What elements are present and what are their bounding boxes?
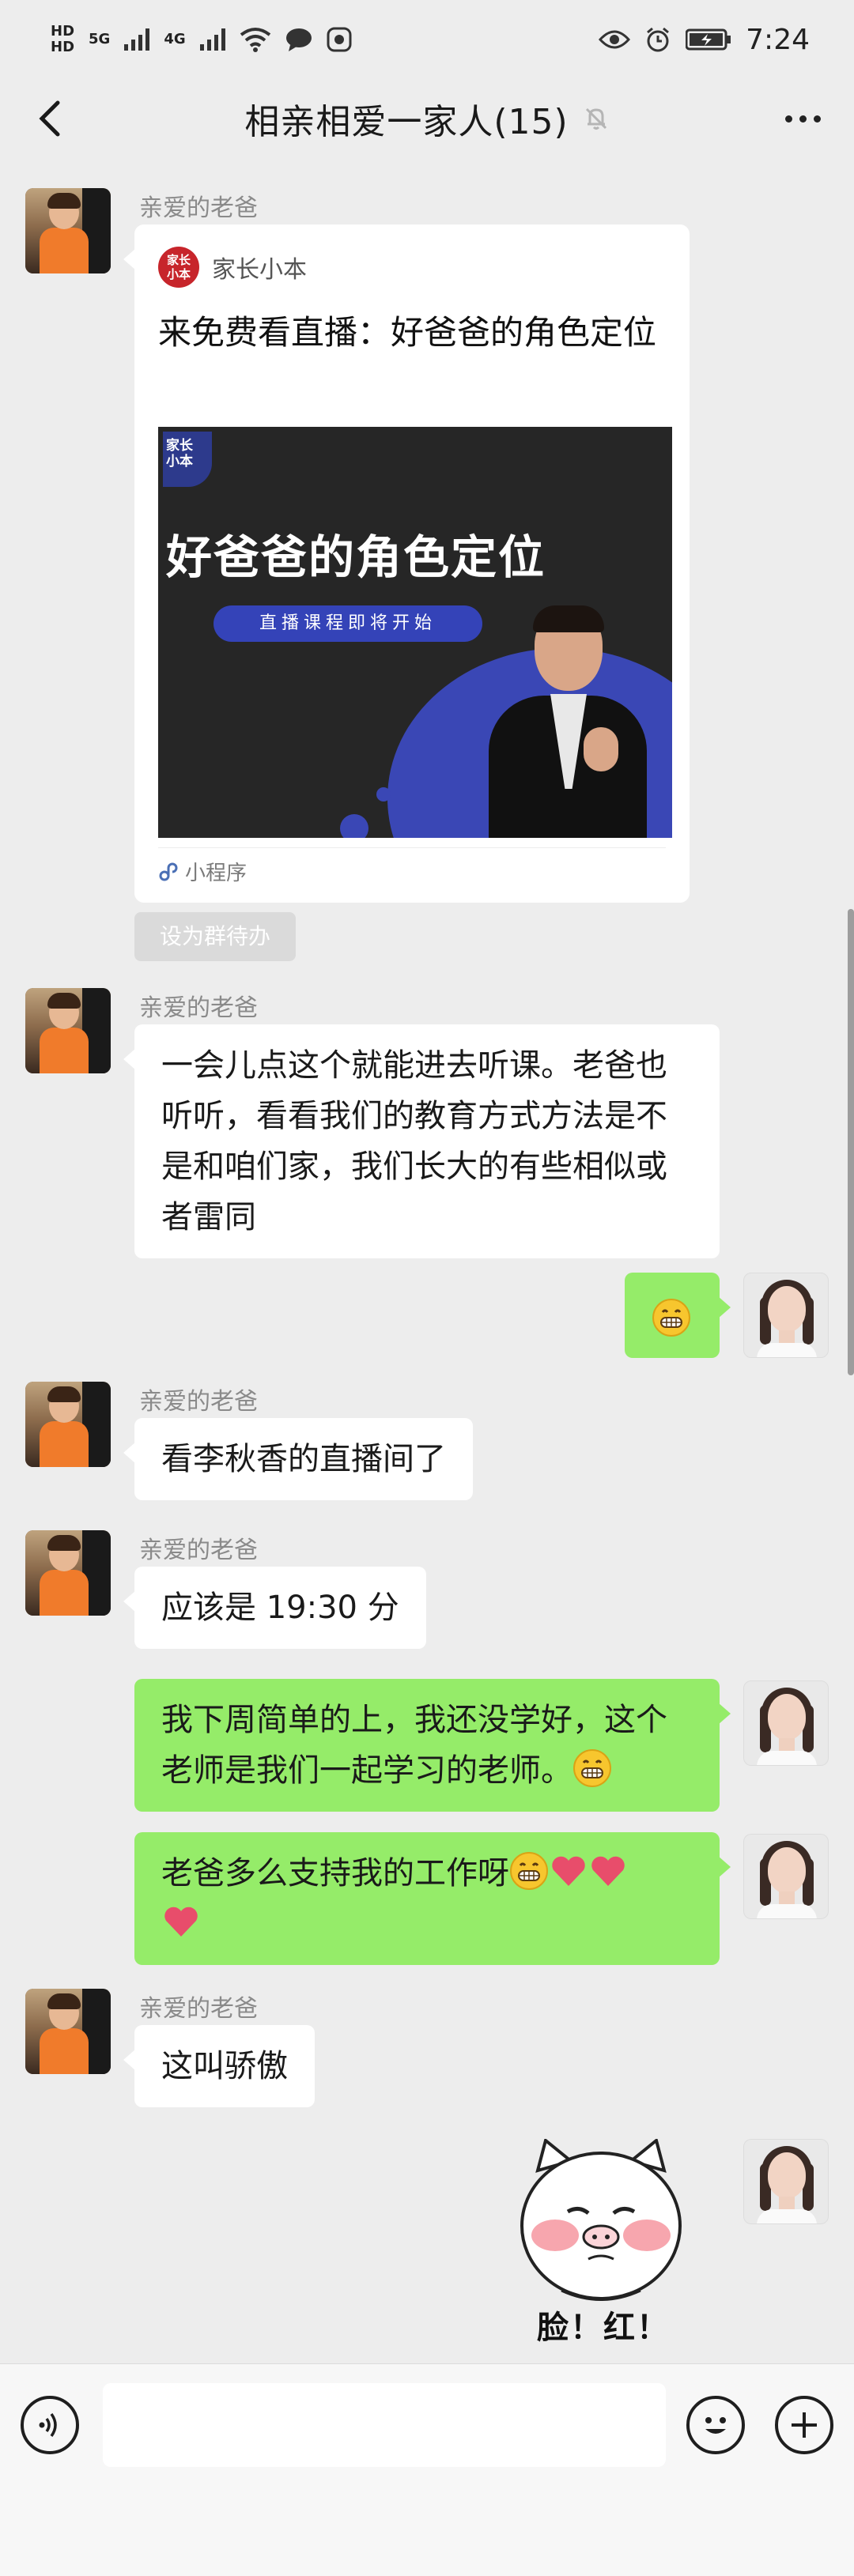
blushing-pig-sticker[interactable]: 脸！红！	[506, 2137, 696, 2346]
avatar-me[interactable]	[743, 1834, 829, 1919]
mini-program-header: 家长 小本 家长小本	[158, 247, 307, 288]
mute-bell-icon	[585, 107, 606, 130]
cover-presenter-photo	[489, 605, 647, 838]
sender-name: 亲爱的老爸	[139, 194, 258, 222]
cover-logo-text: 家长 小本	[166, 438, 193, 470]
voice-icon	[39, 2412, 57, 2438]
avatar-dad[interactable]	[25, 1989, 111, 2074]
avatar-dad[interactable]	[25, 188, 111, 273]
message-bubble[interactable]: 一会儿点这个就能进去听课。老爸也听听，看看我们的教育方式方法是不是和咱们家，我们…	[123, 1024, 720, 1258]
grin-emoji-icon	[510, 1852, 548, 1890]
cover-title: 好爸爸的角色定位	[165, 530, 546, 584]
logo-text: 家长 小本	[166, 253, 191, 281]
avatar-me[interactable]	[743, 1680, 829, 1766]
emoji-button[interactable]	[686, 2396, 745, 2454]
sender-name: 亲爱的老爸	[139, 1537, 258, 1564]
message-bubble[interactable]: 看李秋香的直播间了	[123, 1418, 473, 1500]
more-button[interactable]	[775, 93, 830, 144]
message-bubble[interactable]: 我下周简单的上，我还没学好，这个老师是我们一起学习的老师。	[134, 1679, 731, 1812]
alarm-icon	[647, 27, 670, 52]
signal-icon	[124, 28, 150, 51]
heart-emoji-icon	[164, 1907, 198, 1937]
scrollbar[interactable]	[848, 909, 854, 1375]
mini-program-logo: 家长 小本	[158, 247, 199, 288]
avatar-dad[interactable]	[25, 1530, 111, 1616]
avatar-dad[interactable]	[25, 1382, 111, 1467]
sender-name: 亲爱的老爸	[139, 994, 258, 1022]
input-bar	[0, 2363, 854, 2576]
cover-logo: 家长 小本	[163, 432, 212, 487]
chat-title: 相亲相爱一家人(15)	[244, 102, 569, 142]
network-type-label: 4G	[164, 31, 186, 47]
message-text: 老爸多么支持我的工作呀	[161, 1855, 509, 1891]
sender-name: 亲爱的老爸	[139, 1388, 258, 1416]
status-left: HD HD 5G 4G	[51, 25, 352, 55]
eye-icon	[599, 30, 631, 49]
message-input[interactable]	[103, 2383, 666, 2467]
mini-program-footer: 小程序	[158, 857, 247, 886]
mini-program-label: 小程序	[185, 862, 248, 885]
mini-program-name: 家长小本	[212, 256, 307, 284]
avatar-me[interactable]	[743, 1273, 829, 1358]
mini-program-cover-image: 家长 小本 好爸爸的角色定位 直播课程即将开始	[158, 427, 672, 838]
clock: 7:24	[746, 23, 810, 56]
avatar-dad[interactable]	[25, 988, 111, 1073]
smiley-icon	[705, 2417, 726, 2434]
grin-emoji-icon	[573, 1749, 611, 1787]
status-right: 7:24	[599, 24, 810, 56]
chat-title-wrap: 相亲相爱一家人(15)	[0, 93, 854, 144]
cover-decoration	[376, 787, 391, 801]
chat-notification-icon	[285, 28, 312, 51]
network-type-label: 5G	[89, 31, 111, 47]
set-group-todo-button[interactable]: 设为群待办	[134, 912, 296, 961]
status-bar: HD HD 5G 4G 7:24	[0, 0, 854, 79]
cover-subtitle: 直播课程即将开始	[214, 605, 482, 642]
grin-emoji-icon	[652, 1299, 690, 1337]
mini-program-icon	[159, 862, 178, 881]
mini-program-card[interactable]: 家长 小本 家长小本 来免费看直播：好爸爸的角色定位 家长 小本 好爸爸的角色定…	[123, 224, 690, 903]
mini-program-title: 来免费看直播：好爸爸的角色定位	[158, 313, 657, 352]
more-functions-button[interactable]	[775, 2396, 833, 2454]
message-bubble-emoji[interactable]	[625, 1273, 731, 1358]
sender-name: 亲爱的老爸	[139, 1995, 258, 2023]
signal-icon	[199, 28, 225, 51]
chat-area[interactable]: 亲爱的老爸 家长 小本 家长小本 来免费看直播：好爸爸的角色定位 家长 小本 好…	[0, 158, 854, 2363]
message-bubble[interactable]: 这叫骄傲	[123, 2025, 315, 2107]
hd-label: HD	[51, 23, 75, 40]
sticker-caption: 脸！红！	[537, 2310, 670, 2346]
message-bubble[interactable]: 应该是 19:30 分	[123, 1567, 426, 1649]
app-notification-icon	[327, 27, 352, 52]
avatar-me[interactable]	[743, 2139, 829, 2224]
message-bubble[interactable]: 老爸多么支持我的工作呀	[134, 1832, 731, 1965]
battery-icon	[686, 28, 731, 51]
wifi-icon	[240, 28, 270, 52]
voice-input-button[interactable]	[21, 2396, 79, 2454]
heart-emoji-icon	[591, 1856, 625, 1886]
plus-icon	[792, 2412, 817, 2438]
nav-bar: 相亲相爱一家人(15)	[0, 79, 854, 158]
cover-decoration	[340, 814, 368, 838]
hd-label: HD	[51, 39, 75, 55]
hd-indicator: HD HD	[51, 25, 74, 55]
divider	[158, 847, 666, 848]
heart-emoji-icon	[552, 1856, 585, 1886]
